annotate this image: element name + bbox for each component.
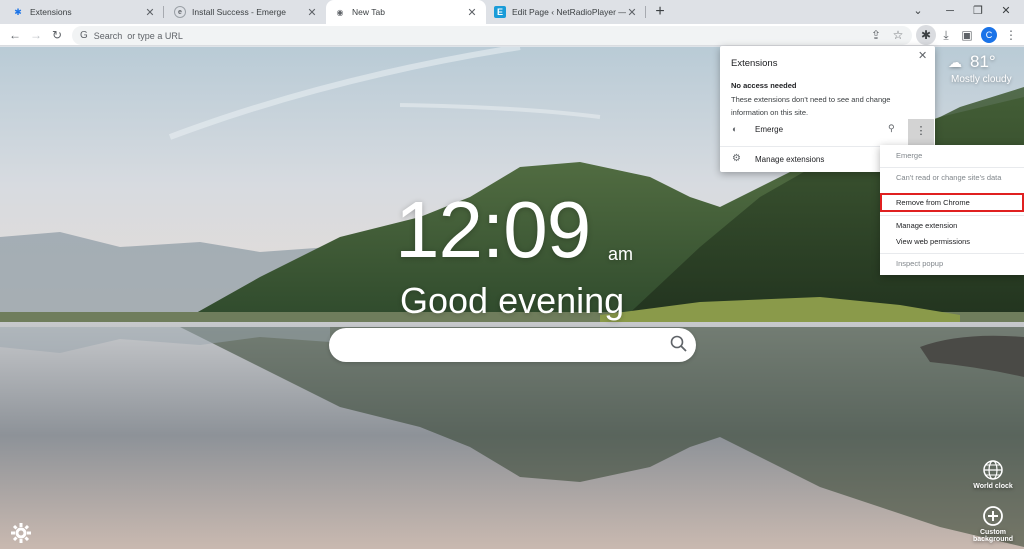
close-window-icon[interactable]: ✕ (990, 0, 1022, 24)
tab-title: Install Success - Emerge (192, 7, 287, 17)
download-icon[interactable]: ⤓ (937, 26, 955, 44)
extensions-popup-title: Extensions (731, 58, 778, 69)
menu-item-remove-from-chrome[interactable]: Remove from Chrome (880, 193, 1024, 212)
search-icon[interactable] (670, 335, 688, 358)
gear-icon: ⚙ (732, 153, 741, 164)
google-icon: G (80, 30, 88, 41)
plus-circle-icon (983, 506, 1003, 526)
globe-icon (983, 460, 1003, 480)
newtab-search-input[interactable] (345, 336, 665, 354)
omnibox-input[interactable] (93, 30, 694, 41)
menu-separator (880, 253, 1024, 254)
menu-separator (880, 215, 1024, 216)
side-panel-icon[interactable]: ▣ (958, 26, 976, 44)
emerge-icon: e (174, 6, 186, 18)
newtab-search-box[interactable] (329, 328, 696, 362)
menu-separator (880, 167, 1024, 168)
bookmark-star-icon[interactable]: ☆ (889, 26, 907, 44)
share-icon[interactable]: ⇪ (867, 26, 885, 44)
settings-gear-icon[interactable] (10, 522, 32, 549)
tab-edit-page[interactable]: E Edit Page ‹ NetRadioPlayer — W ✕ (486, 0, 646, 24)
puzzle-icon: ✱ (14, 6, 22, 17)
new-tab-button[interactable]: + (651, 3, 669, 21)
tab-extensions[interactable]: ✱ Extensions ✕ (4, 0, 164, 24)
menu-item-inspect-popup: Inspect popup (896, 259, 944, 268)
custom-background-button[interactable]: Custom background (968, 505, 1018, 543)
tab-title: New Tab (352, 7, 385, 17)
tab-strip: ✱ Extensions ✕ e Install Success - Emerg… (0, 0, 1024, 24)
close-tab-icon[interactable]: ✕ (144, 6, 156, 19)
omnibox[interactable]: G (72, 26, 912, 45)
menu-item-site-data: Can't read or change site's data (896, 173, 1002, 182)
back-icon[interactable]: ← (6, 26, 24, 44)
tab-new-tab[interactable]: ◉ New Tab ✕ (326, 0, 486, 24)
world-clock-button[interactable]: World clock (970, 459, 1016, 490)
menu-dots-icon[interactable]: ⋮ (1002, 26, 1020, 44)
tab-install-success[interactable]: e Install Success - Emerge ✕ (166, 0, 326, 24)
forward-icon[interactable]: → (27, 26, 45, 44)
chrome-icon: ◉ (336, 7, 344, 17)
no-access-description: These extensions don't need to see and c… (731, 95, 891, 117)
weather-condition: Mostly cloudy (951, 74, 1012, 85)
greeting-text: Good evening (400, 280, 625, 321)
tab-title: Extensions (30, 7, 72, 17)
extension-row-emerge[interactable]: ◐ Emerge ⚲ ⋮ (720, 119, 935, 145)
menu-item-extension-name: Emerge (896, 151, 923, 160)
reload-icon[interactable]: ↻ (48, 26, 66, 44)
clock-ampm: am (608, 244, 634, 264)
more-options-icon[interactable]: ⋮ (908, 119, 934, 145)
tab-search-icon[interactable]: ⌄ (902, 0, 934, 24)
cloud-icon: ☁ (948, 54, 962, 70)
custom-background-label: Custom background (972, 529, 1014, 543)
profile-avatar[interactable]: C (981, 27, 997, 43)
weather-temp: 81° (970, 52, 996, 71)
menu-item-view-web-permissions[interactable]: View web permissions (880, 234, 1024, 250)
extensions-puzzle-icon[interactable]: ✱ (917, 26, 935, 44)
close-tab-icon[interactable]: ✕ (626, 6, 638, 19)
clock-time: 12:09 (395, 185, 591, 274)
tab-title: Edit Page ‹ NetRadioPlayer — W (512, 7, 626, 17)
extension-name: Emerge (755, 125, 784, 134)
emerge-icon: ◐ (732, 124, 738, 134)
close-tab-icon[interactable]: ✕ (306, 6, 318, 19)
close-icon[interactable]: ✕ (918, 49, 927, 62)
world-clock-label: World clock (973, 483, 1013, 490)
manage-extensions-label: Manage extensions (755, 155, 825, 164)
close-tab-icon[interactable]: ✕ (466, 6, 478, 19)
toolbar: ← → ↻ G ⇪ ☆ ✱ ⤓ ▣ C ⋮ (0, 24, 1024, 46)
pin-icon[interactable]: ⚲ (888, 123, 895, 134)
e-icon: E (494, 6, 506, 18)
menu-item-manage-extension[interactable]: Manage extension (880, 218, 1024, 234)
no-access-heading: No access needed (731, 81, 797, 90)
extension-context-menu: Emerge Can't read or change site's data … (880, 145, 1024, 275)
